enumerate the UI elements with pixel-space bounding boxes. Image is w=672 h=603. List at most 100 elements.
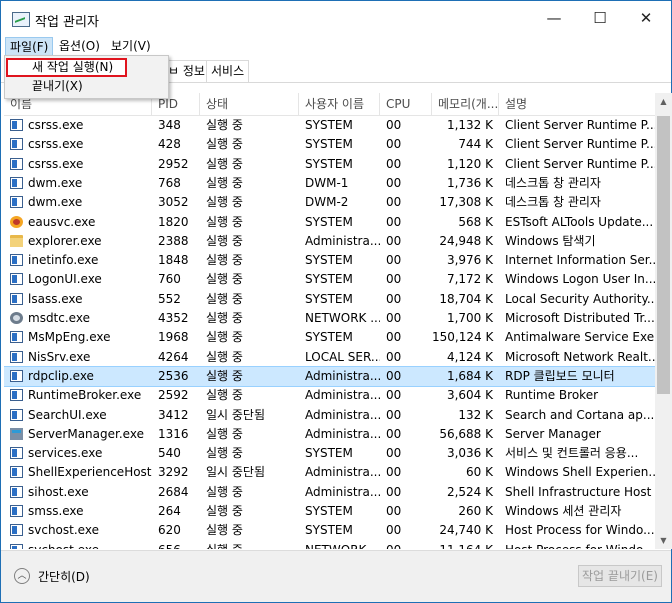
run-new-task-menu-item[interactable]: 새 작업 실행(N) (6, 58, 127, 77)
cell-pid: 1848 (158, 253, 189, 268)
fewer-details-link[interactable]: 간단히(D) (38, 568, 90, 585)
table-row[interactable]: dwm.exe 768 실행 중 DWM-1 00 1,736 K 데스크톱 창 관리자 (4, 174, 655, 193)
cell-pid: 768 (158, 175, 181, 190)
table-row[interactable]: MsMpEng.exe 1968 실행 중 SYSTEM 00 150,124 K Anti… (4, 328, 655, 347)
cell-cpu: 00 (386, 272, 402, 287)
cell-name: eausvc.exe (28, 214, 96, 229)
cell-user: SYSTEM (305, 156, 353, 171)
cell-desc: Client Server Runtime P... (505, 137, 655, 152)
menu-options[interactable]: 옵션(O) (55, 37, 104, 57)
vertical-scrollbar[interactable]: ▲ ▼ (655, 93, 672, 549)
table-row[interactable]: services.exe 540 실행 중 SYSTEM 00 3,036 K 서비스 및 … (4, 444, 655, 463)
cell-user: Administra... (305, 465, 380, 480)
cell-cpu: 00 (386, 175, 402, 190)
cell-mem: 4,124 K (446, 349, 493, 364)
cell-pid: 1316 (158, 426, 189, 441)
cell-user: SYSTEM (305, 446, 353, 461)
cell-name: RuntimeBroker.exe (28, 388, 142, 403)
cell-name: smss.exe (28, 504, 84, 518)
cell-desc: ESTsoft ALTools Update... (505, 214, 654, 229)
cell-desc: Shell Infrastructure Host (505, 484, 652, 499)
cell-user: SYSTEM (305, 523, 353, 538)
cell-cpu: 00 (386, 523, 402, 538)
cell-status: 실행 중 (206, 504, 243, 518)
cell-pid: 4264 (158, 349, 189, 364)
table-row[interactable]: csrss.exe 428 실행 중 SYSTEM 00 744 K Client Serv… (4, 135, 655, 154)
title-bar[interactable]: 작업 관리자 — ☐ ✕ (1, 1, 671, 37)
cell-name: SearchUI.exe (28, 407, 107, 422)
cell-cpu: 00 (386, 195, 402, 210)
cell-mem: 3,604 K (446, 388, 493, 403)
cell-status: 실행 중 (206, 233, 243, 248)
cell-name: dwm.exe (28, 175, 83, 190)
file-menu-dropdown: 새 작업 실행(N) 끝내기(X) (4, 55, 169, 99)
column-header-cpu[interactable]: CPU (380, 93, 432, 115)
table-row[interactable]: csrss.exe 348 실행 중 SYSTEM 00 1,132 K Client Se… (4, 116, 655, 135)
table-row[interactable]: csrss.exe 2952 실행 중 SYSTEM 00 1,120 K Client S… (4, 155, 655, 174)
table-row[interactable]: smss.exe 264 실행 중 SYSTEM 00 260 K Windows 세션 관… (4, 502, 655, 521)
cell-mem: 1,700 K (446, 311, 493, 325)
exit-menu-item[interactable]: 끝내기(X) (6, 77, 166, 96)
table-row[interactable]: RuntimeBroker.exe 2592 실행 중 Administra... 00… (4, 386, 655, 405)
column-header-memory[interactable]: 메모리(개... (432, 93, 499, 115)
table-row[interactable]: ServerManager.exe 1316 실행 중 Administra... 00… (4, 425, 655, 444)
table-row[interactable]: ShellExperienceHost... 3292 일시 중단됨 Administ… (4, 463, 655, 482)
menu-view[interactable]: 보기(V) (107, 37, 155, 57)
cell-cpu: 00 (386, 388, 402, 403)
scroll-up-icon[interactable]: ▲ (655, 93, 672, 110)
cell-desc: Server Manager (505, 426, 601, 441)
cell-desc: 데스크톱 창 관리자 (505, 175, 601, 190)
cell-mem: 60 K (466, 465, 493, 480)
table-row[interactable]: svchost.exe 620 실행 중 SYSTEM 00 24,740 K Host P… (4, 521, 655, 540)
cell-desc: Search and Cortana ap... (505, 407, 655, 422)
cell-pid: 2592 (158, 388, 189, 403)
table-row[interactable]: msdtc.exe 4352 실행 중 NETWORK ... 00 1,700 K Mic… (4, 309, 655, 328)
footer-bar: ︿ 간단히(D) 작업 끝내기(E) (1, 550, 671, 602)
table-row[interactable]: explorer.exe 2388 실행 중 Administra... 00 24,94… (4, 232, 655, 251)
cell-desc: Internet Information Ser... (505, 253, 655, 268)
table-row[interactable]: eausvc.exe 1820 실행 중 SYSTEM 00 568 K ESTsoft A… (4, 213, 655, 232)
cell-mem: 1,736 K (446, 175, 493, 190)
cell-user: SYSTEM (305, 291, 353, 306)
minimize-button[interactable]: — (531, 1, 577, 35)
scroll-down-icon[interactable]: ▼ (655, 532, 672, 549)
table-row[interactable]: NisSrv.exe 4264 실행 중 LOCAL SER... 00 4,124 K M… (4, 348, 655, 367)
column-header-status[interactable]: 상태 (200, 93, 299, 115)
cell-cpu: 00 (386, 368, 402, 383)
scrollbar-thumb[interactable] (657, 116, 670, 394)
table-row[interactable]: sihost.exe 2684 실행 중 Administra... 00 2,524 K… (4, 483, 655, 502)
cell-user: SYSTEM (305, 330, 353, 345)
cell-name: msdtc.exe (28, 311, 90, 325)
tab-services[interactable]: 서비스 (206, 60, 250, 82)
cell-pid: 264 (158, 504, 181, 518)
cell-status: 실행 중 (206, 118, 243, 132)
chevron-up-icon[interactable]: ︿ (14, 568, 30, 584)
close-button[interactable]: ✕ (623, 1, 669, 35)
cell-status: 실행 중 (206, 214, 243, 229)
table-row[interactable]: dwm.exe 3052 실행 중 DWM-2 00 17,308 K 데스크톱 창 관리자 (4, 193, 655, 212)
tab-details[interactable]: ㅂ 정보 (165, 60, 210, 82)
cell-status: 실행 중 (206, 137, 243, 152)
column-header-description[interactable]: 설명 (499, 93, 655, 115)
table-row[interactable]: rdpclip.exe 2536 실행 중 Administra... 00 1,684 … (4, 365, 655, 387)
end-task-button[interactable]: 작업 끝내기(E) (578, 565, 662, 587)
maximize-button[interactable]: ☐ (577, 1, 623, 35)
cell-status: 실행 중 (206, 175, 243, 190)
process-table: 이름 PID 상태 사용자 이름 CPU 메모리(개... 설명 csrss.e… (4, 93, 655, 549)
table-row[interactable]: lsass.exe 552 실행 중 SYSTEM 00 18,704 K Local Se… (4, 290, 655, 309)
cell-mem: 150,124 K (432, 330, 494, 345)
cell-mem: 1,132 K (446, 118, 493, 132)
cell-user: Administra... (305, 368, 380, 383)
cell-status: 실행 중 (206, 272, 243, 287)
table-row[interactable]: svchost.exe656실행 중NETWORK ...0011,164 KH… (4, 541, 655, 549)
cell-desc: Runtime Broker (505, 388, 599, 403)
cell-pid: 2952 (158, 156, 189, 171)
column-header-user[interactable]: 사용자 이름 (299, 93, 380, 115)
cell-status: 일시 중단됨 (206, 465, 266, 480)
table-row[interactable]: SearchUI.exe 3412 일시 중단됨 Administra... 00 132… (4, 406, 655, 425)
cell-status: 실행 중 (206, 156, 243, 171)
table-row[interactable]: inetinfo.exe 1848 실행 중 SYSTEM 00 3,976 K Inter… (4, 251, 655, 270)
menu-file[interactable]: 파일(F) (5, 37, 54, 57)
cell-desc: Windows Logon User In... (505, 272, 655, 287)
table-row[interactable]: LogonUI.exe 760 실행 중 SYSTEM 00 7,172 K Windows… (4, 270, 655, 289)
